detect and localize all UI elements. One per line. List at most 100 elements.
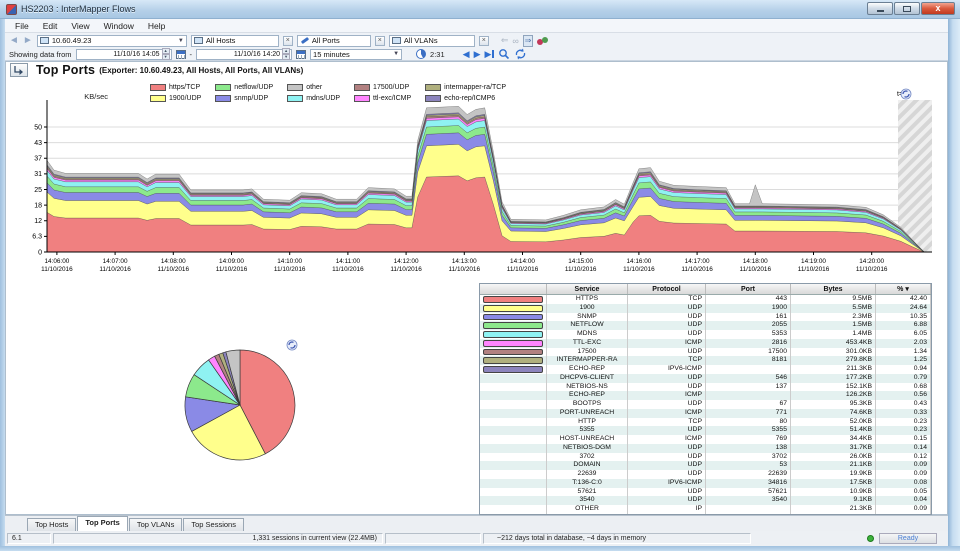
clear-ports-filter-icon[interactable]: × [375,36,385,46]
jump-latest-icon[interactable]: ▶ [485,49,495,59]
table-row[interactable]: 1900UDP19005.5MB24.64 [480,304,931,313]
cell-protocol: UDP [628,496,706,505]
cell-protocol: UDP [628,383,706,392]
x-tick-date: 11/10/2016 [681,266,713,273]
x-tick-time: 14:10:00 [277,258,302,265]
cell-bytes: 52.0KB [791,418,876,427]
cell-bytes: 26.0KB [791,453,876,462]
menu-view[interactable]: View [65,20,95,32]
clear-vlans-filter-icon[interactable]: × [479,36,489,46]
column-header-%[interactable]: % ▾ [876,284,931,294]
tab-top-hosts[interactable]: Top Hosts [27,518,76,531]
series-color-swatch [483,357,543,364]
table-row[interactable]: HTTPSTCP4439.5MB42.40 [480,295,931,304]
table-row[interactable]: NETBIOS-NSUDP137152.1KB0.68 [480,383,931,392]
filter-forward-icon[interactable]: ⇒ [523,35,534,47]
table-row[interactable]: 3540UDP35409.1KB0.04 [480,496,931,505]
menu-help[interactable]: Help [142,20,171,32]
cell-port: 17500 [706,348,791,357]
zoom-icon[interactable] [498,48,510,60]
row-swatch-cell [480,391,547,400]
interval-select[interactable]: 15 minutes ▼ [310,49,402,60]
table-row[interactable]: BOOTPSUDP6795.3KB0.43 [480,400,931,409]
column-header-swatch[interactable] [480,284,547,294]
cell-service: 22639 [547,470,628,479]
table-row[interactable]: 17500UDP17500301.0KB1.34 [480,348,931,357]
cell-port: 5355 [706,426,791,435]
table-row[interactable]: 22639UDP2263919.9KB0.09 [480,470,931,479]
table-row[interactable]: T:136-C:0IPV6-ICMP3481617.5KB0.08 [480,479,931,488]
clear-hosts-filter-icon[interactable]: × [283,36,293,46]
tab-top-vlans[interactable]: Top VLANs [129,518,183,531]
step-forward-icon[interactable]: ▶ [474,49,481,59]
x-tick-date: 11/10/2016 [332,266,364,273]
table-row[interactable]: INTERMAPPER-RATCP8181279.8KB1.25 [480,356,931,365]
series-color-swatch [483,296,543,303]
table-row[interactable]: HTTPTCP8052.0KB0.23 [480,418,931,427]
table-row[interactable]: ECHO-REPICMP126.2KB0.56 [480,391,931,400]
table-row[interactable]: NETBIOS-DGMUDP13831.7KB0.14 [480,444,931,453]
table-row[interactable]: 3702UDP370226.0KB0.12 [480,453,931,462]
maximize-button[interactable] [894,2,920,15]
column-header-Bytes[interactable]: Bytes [791,284,876,294]
minimize-button[interactable] [867,2,893,15]
to-datetime-field[interactable]: 11/10/16 14:20 ▲▼ [196,49,292,60]
table-row[interactable]: SNMPUDP1612.3MB10.35 [480,313,931,322]
table-row[interactable]: DHCPV6-CLIENTUDP546177.2KB0.79 [480,374,931,383]
chevron-down-icon: ▼ [393,51,399,57]
popout-button[interactable] [10,63,28,77]
from-calendar-icon[interactable] [176,50,186,59]
table-row[interactable]: TTL-EXCICMP2816453.4KB2.03 [480,339,931,348]
tab-top-ports[interactable]: Top Ports [77,516,127,531]
cell-bytes: 301.0KB [791,348,876,357]
top-ports-area-chart[interactable]: 06.31218253137435014:06:0011/10/201614:0… [0,86,960,280]
from-datetime-field[interactable]: 11/10/16 14:05 ▲▼ [76,49,172,60]
cherries-icon[interactable] [537,36,549,46]
ports-filter-input[interactable]: All Ports [297,35,371,47]
tab-top-sessions[interactable]: Top Sessions [183,518,244,531]
link-icon[interactable]: ∞ [512,36,518,46]
column-header-Service[interactable]: Service [547,284,628,294]
table-row[interactable]: 5355UDP535551.4KB0.23 [480,426,931,435]
top-ports-pie-chart[interactable] [120,335,370,475]
x-tick-time: 14:09:00 [219,258,244,265]
to-spinner[interactable]: ▲▼ [282,48,290,60]
nav-forward-icon[interactable]: ► [23,36,33,46]
from-spinner[interactable]: ▲▼ [162,48,170,60]
table-row[interactable]: DOMAINUDP5321.1KB0.09 [480,461,931,470]
exporter-select[interactable]: 10.60.49.23 ▼ [37,35,187,47]
table-row[interactable]: OTHERIP21.3KB0.09 [480,505,931,514]
close-button[interactable]: x [921,2,955,15]
window-border-right[interactable] [948,19,960,551]
menu-edit[interactable]: Edit [37,20,64,32]
cell-bytes: 10.9KB [791,488,876,497]
table-row[interactable]: NETFLOWUDP20551.5MB6.88 [480,321,931,330]
table-row[interactable]: PORT-UNREACHICMP77174.6KB0.33 [480,409,931,418]
table-row[interactable]: MDNSUDP53531.4MB6.05 [480,330,931,339]
cell-service: HTTP [547,418,628,427]
step-back-icon[interactable]: ◀ [463,49,470,59]
cell-bytes: 21.1KB [791,461,876,470]
filter-back-icon[interactable]: ⇐ [501,35,509,46]
column-header-Port[interactable]: Port [706,284,791,294]
table-row[interactable]: HOST-UNREACHICMP76934.4KB0.15 [480,435,931,444]
table-row[interactable]: ECHO-REPIPV6-ICMP211.3KB0.94 [480,365,931,374]
menu-window[interactable]: Window [98,20,140,32]
column-header-Protocol[interactable]: Protocol [628,284,706,294]
vlans-filter-input[interactable]: All VLANs [389,35,475,47]
page-subtitle: (Exporter: 10.60.49.23, All Hosts, All P… [99,66,303,75]
cell-bytes: 211.3KB [791,365,876,374]
cell-protocol: IPV6-ICMP [628,365,706,374]
cell-service: 17500 [547,348,628,357]
hosts-filter-input[interactable]: All Hosts [191,35,279,47]
cell-pct: 6.05 [876,330,931,339]
ready-button[interactable]: Ready [879,533,937,544]
nav-back-icon[interactable]: ◄ [9,36,19,46]
table-row[interactable]: 57621UDP5762110.9KB0.05 [480,488,931,497]
cell-protocol: IP [628,505,706,514]
x-tick-time: 14:07:00 [103,258,128,265]
menu-file[interactable]: File [9,20,35,32]
to-calendar-icon[interactable] [296,50,306,59]
refresh-icon[interactable] [514,48,527,60]
cell-service: HOST-UNREACH [547,435,628,444]
